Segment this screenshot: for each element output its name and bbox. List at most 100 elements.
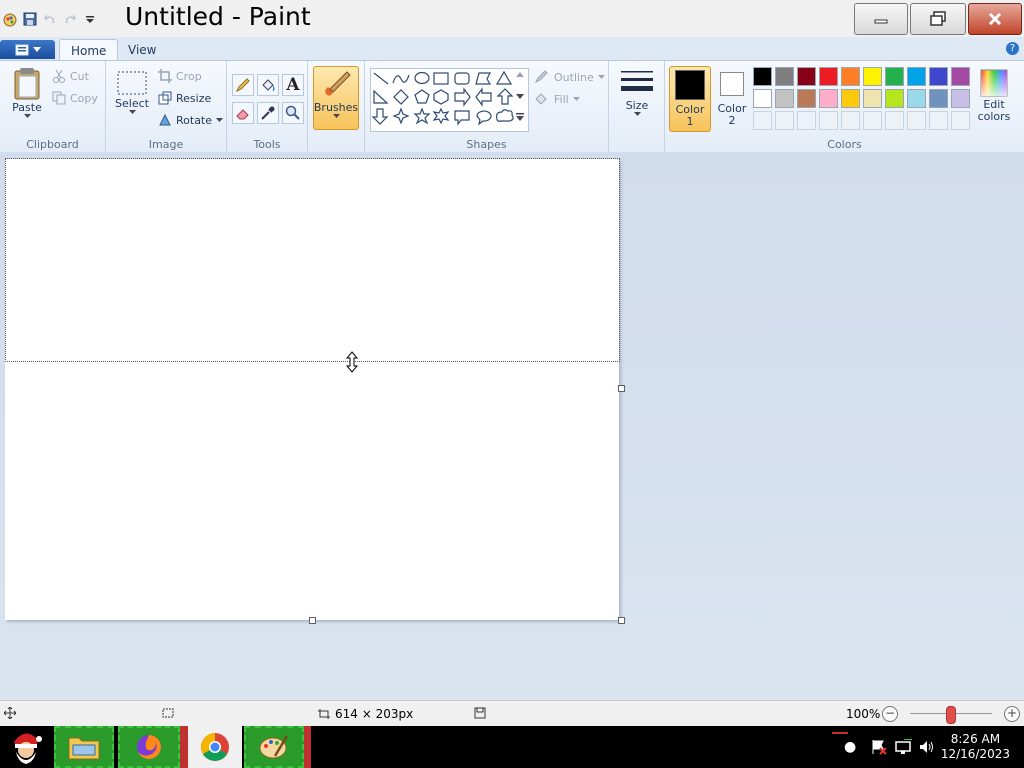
chevron-down-icon bbox=[332, 114, 340, 118]
minimize-icon bbox=[874, 19, 888, 24]
palette-custom-swatch[interactable] bbox=[841, 111, 860, 130]
palette-color-swatch[interactable] bbox=[753, 67, 772, 86]
minimize-button[interactable] bbox=[854, 3, 908, 35]
palette-color-swatch[interactable] bbox=[885, 89, 904, 108]
tools-group-label: Tools bbox=[253, 138, 281, 151]
tab-view[interactable]: View bbox=[117, 39, 167, 61]
action-center-flag-icon[interactable] bbox=[870, 738, 888, 756]
help-icon[interactable]: ? bbox=[1006, 42, 1019, 55]
colors-group-label: Colors bbox=[827, 138, 862, 151]
palette-color-swatch[interactable] bbox=[797, 89, 816, 108]
tray-dot-icon[interactable]: ● bbox=[844, 739, 856, 755]
text-tool[interactable]: A bbox=[282, 74, 304, 96]
palette-color-swatch[interactable] bbox=[775, 89, 794, 108]
restore-button[interactable] bbox=[910, 3, 966, 35]
taskbar-file-explorer[interactable] bbox=[54, 726, 114, 768]
image-size-text: 614 × 203px bbox=[335, 707, 414, 721]
file-size-icon bbox=[474, 707, 486, 719]
crop-button[interactable]: Crop bbox=[158, 69, 202, 83]
taskbar-chrome[interactable] bbox=[188, 726, 242, 768]
customize-toolbar-chevron-icon[interactable] bbox=[82, 11, 98, 27]
palette-custom-swatch[interactable] bbox=[885, 111, 904, 130]
size-button[interactable]: Size bbox=[619, 69, 655, 117]
palette-custom-swatch[interactable] bbox=[951, 111, 970, 130]
palette-custom-swatch[interactable] bbox=[797, 111, 816, 130]
zoom-slider-thumb[interactable] bbox=[946, 706, 956, 724]
canvas-resize-handle-corner[interactable] bbox=[618, 617, 625, 624]
color1-swatch bbox=[675, 70, 705, 100]
palette-custom-swatch[interactable] bbox=[819, 111, 838, 130]
taskbar-paint[interactable] bbox=[244, 726, 304, 768]
tools-group: A Tools bbox=[227, 61, 308, 153]
canvas-workspace[interactable] bbox=[0, 152, 1024, 700]
paint-app-icon[interactable] bbox=[2, 11, 18, 27]
magnifier-tool[interactable] bbox=[282, 102, 304, 124]
palette-color-swatch[interactable] bbox=[951, 89, 970, 108]
canvas-resize-outline bbox=[5, 158, 620, 362]
zoom-out-button[interactable]: − bbox=[882, 706, 898, 722]
fill-tool[interactable] bbox=[257, 74, 279, 96]
brush-icon bbox=[325, 71, 351, 96]
palette-custom-swatch[interactable] bbox=[907, 111, 926, 130]
palette-color-swatch[interactable] bbox=[885, 67, 904, 86]
palette-color-swatch[interactable] bbox=[863, 89, 882, 108]
palette-color-swatch[interactable] bbox=[753, 89, 772, 108]
cut-button[interactable]: Cut bbox=[52, 69, 89, 83]
tab-home[interactable]: Home bbox=[59, 39, 119, 62]
start-button[interactable] bbox=[2, 726, 50, 768]
chevron-down-icon bbox=[23, 114, 31, 118]
undo-icon[interactable] bbox=[42, 11, 58, 27]
canvas-resize-handle-bottom[interactable] bbox=[309, 617, 316, 624]
palette-color-swatch[interactable] bbox=[907, 67, 926, 86]
resize-button[interactable]: Resize bbox=[158, 91, 211, 105]
pencil-tool[interactable] bbox=[232, 74, 254, 96]
palette-custom-swatch[interactable] bbox=[775, 111, 794, 130]
outline-button[interactable]: Outline bbox=[534, 70, 605, 84]
shapes-expand-button[interactable] bbox=[516, 113, 524, 121]
fill-button[interactable]: Fill bbox=[534, 92, 580, 106]
color1-button[interactable]: Color 1 bbox=[669, 66, 711, 132]
eraser-tool[interactable] bbox=[232, 102, 254, 124]
copy-button[interactable]: Copy bbox=[52, 91, 98, 105]
zoom-in-button[interactable]: + bbox=[1004, 706, 1020, 722]
canvas-resize-handle-right[interactable] bbox=[618, 385, 625, 392]
eraser-icon bbox=[236, 109, 249, 120]
edit-colors-rainbow-icon bbox=[980, 69, 1008, 97]
palette-color-swatch[interactable] bbox=[819, 89, 838, 108]
quick-access-toolbar bbox=[2, 9, 98, 29]
palette-color-swatch[interactable] bbox=[775, 67, 794, 86]
paste-button[interactable]: Paste bbox=[8, 67, 46, 119]
clipboard-group: Paste Cut Copy Clipboard bbox=[0, 61, 106, 153]
shapes-scroll-up-button[interactable] bbox=[516, 72, 524, 78]
color2-button[interactable]: Color 2 bbox=[713, 66, 751, 130]
close-icon bbox=[988, 12, 1002, 26]
palette-color-swatch[interactable] bbox=[841, 67, 860, 86]
taskbar-firefox[interactable] bbox=[118, 726, 180, 768]
color-picker-tool[interactable] bbox=[257, 102, 279, 124]
palette-color-swatch[interactable] bbox=[951, 67, 970, 86]
taskbar-divider-2 bbox=[304, 726, 311, 768]
palette-custom-swatch[interactable] bbox=[753, 111, 772, 130]
volume-icon[interactable] bbox=[918, 739, 936, 755]
network-icon[interactable] bbox=[894, 739, 913, 755]
brushes-button[interactable]: Brushes bbox=[313, 66, 359, 130]
shapes-scroll-down-button[interactable] bbox=[516, 94, 524, 100]
palette-custom-swatch[interactable] bbox=[863, 111, 882, 130]
palette-color-swatch[interactable] bbox=[841, 89, 860, 108]
file-menu-button[interactable] bbox=[0, 40, 55, 59]
save-icon[interactable] bbox=[22, 11, 38, 27]
rotate-button[interactable]: Rotate bbox=[158, 113, 224, 127]
edit-colors-button[interactable]: Edit colors bbox=[973, 68, 1015, 122]
palette-custom-swatch[interactable] bbox=[929, 111, 948, 130]
taskbar-clock[interactable]: 8:26 AM 12/16/2023 bbox=[941, 732, 1010, 762]
palette-color-swatch[interactable] bbox=[929, 67, 948, 86]
palette-color-swatch[interactable] bbox=[907, 89, 926, 108]
palette-color-swatch[interactable] bbox=[819, 67, 838, 86]
cut-label: Cut bbox=[70, 69, 89, 83]
palette-color-swatch[interactable] bbox=[797, 67, 816, 86]
palette-color-swatch[interactable] bbox=[863, 67, 882, 86]
close-button[interactable] bbox=[968, 3, 1022, 35]
redo-icon[interactable] bbox=[62, 11, 78, 27]
select-button[interactable]: Select bbox=[114, 69, 150, 115]
palette-color-swatch[interactable] bbox=[929, 89, 948, 108]
